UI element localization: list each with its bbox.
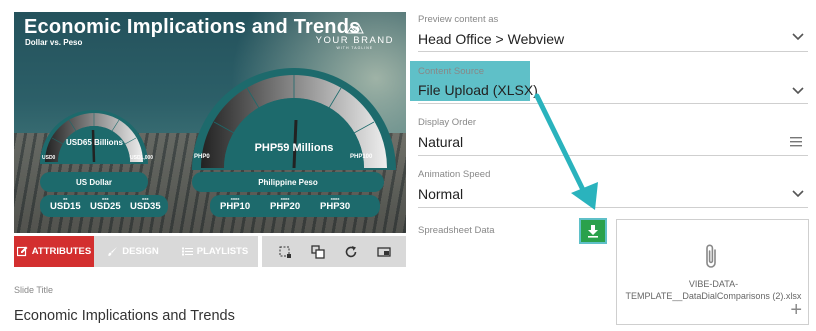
usd-amount-1: USD15	[50, 201, 81, 212]
tab-playlists-label: PLAYLISTS	[196, 246, 249, 257]
slide-title-input[interactable]: Economic Implications and Trends	[14, 308, 235, 324]
layers-button[interactable]	[308, 242, 328, 262]
animation-speed-label: Animation Speed	[418, 169, 491, 180]
php-value-3: xxxx PHP30	[320, 196, 350, 212]
paperclip-icon	[706, 244, 716, 268]
display-order-select[interactable]: Natural	[418, 134, 463, 150]
edit-icon	[16, 246, 28, 257]
content-source-underline	[418, 103, 808, 104]
layers-icon	[310, 244, 325, 259]
uploaded-file-name: VIBE-DATA-TEMPLATE__DataDialComparisons …	[625, 279, 802, 301]
crop-icon	[279, 246, 291, 258]
brush-icon	[108, 247, 118, 256]
php-currency-pill: Philippine Peso	[192, 172, 384, 192]
chevron-down-icon[interactable]	[792, 33, 804, 41]
php-max-label: PHP100	[350, 154, 373, 160]
menu-icon[interactable]	[790, 137, 802, 147]
spreadsheet-label: Spreadsheet Data	[418, 225, 495, 236]
php-currency-label: Philippine Peso	[258, 177, 318, 187]
slide-title-label: Slide Title	[14, 285, 54, 295]
preview-underline	[418, 51, 808, 52]
add-file-icon[interactable]: +	[790, 300, 802, 320]
animation-speed-underline	[418, 207, 808, 208]
screen-icon	[376, 246, 391, 257]
usd-min-label: USD0	[42, 155, 56, 161]
editor-tabs: ATTRIBUTES DESIGN PLAYLISTS	[14, 236, 258, 267]
crop-button[interactable]	[275, 242, 295, 262]
php-value-2: xxxx PHP20	[270, 196, 300, 212]
php-amount-3: PHP30	[320, 201, 351, 212]
php-min-label: PHP0	[194, 154, 210, 160]
chevron-down-icon[interactable]	[792, 190, 804, 198]
content-source-select[interactable]: File Upload (XLSX)	[418, 82, 538, 98]
preview-label: Preview content as	[418, 14, 499, 25]
usd-amount-2: USD25	[90, 201, 121, 212]
usd-center-label: USD65 Billions	[66, 138, 123, 147]
tab-attributes-label: ATTRIBUTES	[31, 246, 92, 257]
tab-design[interactable]: DESIGN	[94, 236, 172, 267]
display-order-underline	[418, 155, 808, 156]
usd-currency-label: US Dollar	[75, 177, 112, 187]
spreadsheet-upload-box[interactable]: VIBE-DATA-TEMPLATE__DataDialComparisons …	[616, 219, 809, 325]
animation-speed-select[interactable]: Normal	[418, 186, 463, 202]
tab-attributes[interactable]: ATTRIBUTES	[14, 236, 94, 267]
php-amount-1: PHP10	[220, 201, 251, 212]
screen-button[interactable]	[374, 242, 394, 262]
usd-value-3: xxx USD35	[130, 196, 161, 212]
slide-tools	[262, 236, 406, 267]
refresh-icon	[345, 245, 356, 257]
refresh-button[interactable]	[341, 242, 361, 262]
usd-max-label: USD1,000	[130, 155, 154, 161]
download-icon	[588, 225, 598, 238]
php-center-label: PHP59 Millions	[254, 142, 334, 154]
tab-playlists[interactable]: PLAYLISTS	[172, 236, 258, 267]
download-template-button[interactable]	[579, 218, 607, 244]
content-source-label: Content Source	[418, 66, 485, 77]
tab-design-label: DESIGN	[122, 246, 159, 257]
slide-preview[interactable]: Economic Implications and Trends Dollar …	[14, 12, 406, 233]
list-icon	[181, 247, 193, 256]
usd-currency-pill: US Dollar	[40, 172, 148, 192]
chevron-down-icon[interactable]	[792, 87, 804, 95]
php-value-1: xxxx PHP10	[220, 196, 250, 212]
usd-value-1: xx USD15	[50, 196, 81, 212]
preview-select[interactable]: Head Office > Webview	[418, 31, 564, 47]
usd-value-2: xxx USD25	[90, 196, 121, 212]
display-order-label: Display Order	[418, 117, 477, 128]
content-editor: Economic Implications and Trends Dollar …	[0, 0, 816, 331]
php-amount-2: PHP20	[270, 201, 301, 212]
usd-amount-3: USD35	[130, 201, 161, 212]
